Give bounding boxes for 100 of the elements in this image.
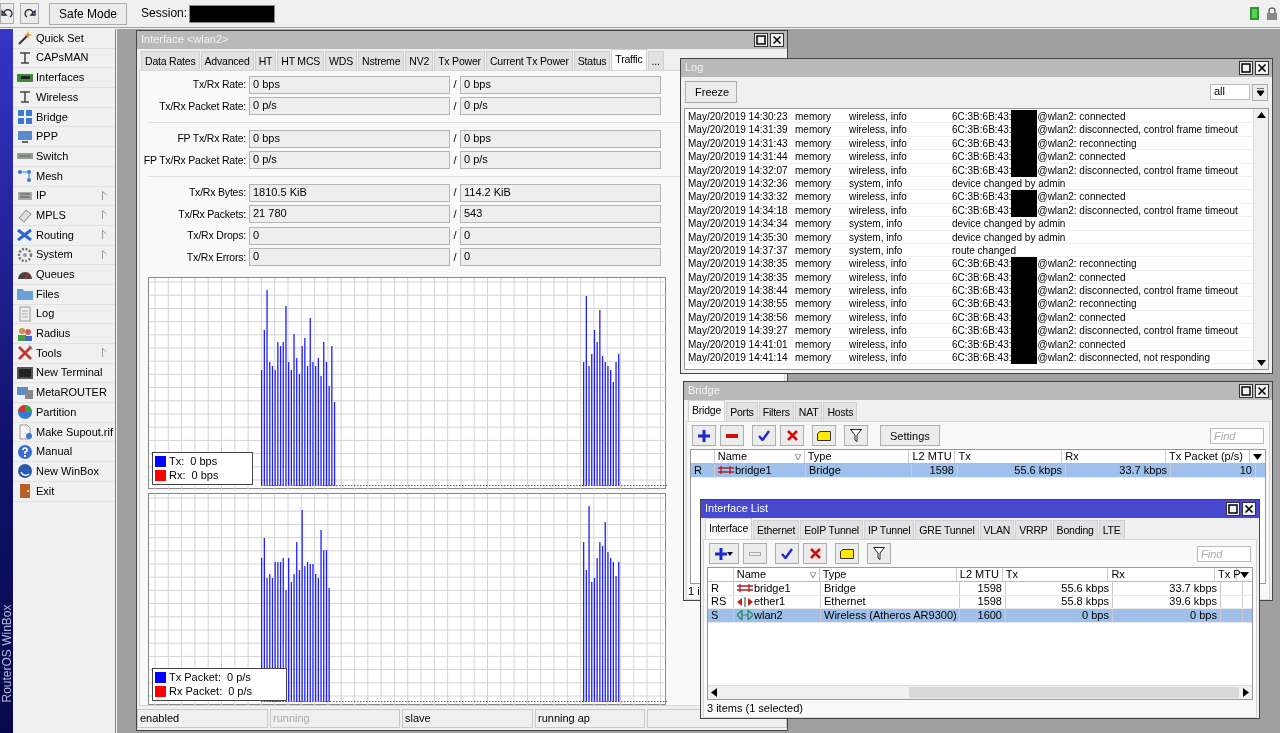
menu-item[interactable]: Wireless [36, 90, 79, 104]
tab[interactable]: EoIP Tunnel [800, 520, 863, 539]
redo-button[interactable] [20, 3, 39, 24]
menu-item[interactable]: New WinBox [36, 464, 99, 479]
comment-button[interactable] [812, 425, 836, 446]
column-header[interactable]: Tx Packet (p/s) [1168, 450, 1243, 463]
filter-button[interactable] [867, 543, 891, 564]
tab[interactable]: Nstreme [358, 51, 405, 70]
column-header[interactable]: Type [807, 450, 832, 463]
tab[interactable]: Tx Power [434, 51, 485, 70]
settings-button[interactable]: Settings [880, 425, 940, 446]
tab[interactable]: HT MCS [277, 51, 325, 70]
column-header[interactable]: Tx P [1218, 568, 1241, 581]
scroll-right-icon[interactable] [1243, 687, 1249, 697]
tab[interactable]: ... [647, 51, 664, 70]
tab[interactable]: WDS [325, 51, 357, 70]
column-header[interactable]: Name [717, 450, 748, 463]
menu-item[interactable]: IP [36, 189, 47, 203]
filter-button[interactable] [844, 425, 868, 446]
column-header[interactable]: Rx [1111, 568, 1125, 581]
scroll-thumb[interactable] [909, 686, 1239, 698]
table-row[interactable]: S wlan2 Wireless (Atheros AR9300) 1600 0 bps 0 bps [708, 609, 1252, 623]
tab[interactable]: LTE [1098, 520, 1125, 539]
tab[interactable]: Current Tx Power [485, 51, 573, 70]
menu-item[interactable]: MPLS [36, 208, 66, 223]
scroll-down-icon[interactable] [1256, 360, 1266, 366]
menu-item[interactable]: PPP [36, 130, 58, 144]
maximize-icon[interactable] [1239, 61, 1253, 75]
menu-item[interactable]: Bridge [36, 110, 68, 124]
column-header[interactable]: Rx [1065, 450, 1079, 463]
maximize-icon[interactable] [754, 33, 768, 47]
filter-dropdown[interactable]: all [1210, 84, 1250, 100]
scroll-left-icon[interactable] [711, 687, 717, 697]
menu-item[interactable]: Quick Set [36, 31, 84, 45]
search-field[interactable]: Find [1197, 545, 1251, 562]
tab[interactable]: Traffic [611, 49, 647, 70]
column-header[interactable]: L2 MTU [959, 568, 999, 581]
menu-item[interactable]: System [36, 248, 73, 262]
menu-item[interactable]: Tools [36, 346, 62, 360]
menu-item[interactable]: Switch [36, 149, 69, 164]
scroll-up-icon[interactable] [1256, 112, 1266, 118]
tab[interactable]: VLAN [979, 520, 1015, 539]
tab[interactable]: Ethernet [753, 520, 800, 539]
menu-item[interactable]: MetaROUTER [36, 386, 107, 400]
add-button[interactable] [692, 425, 716, 446]
safe-mode-button[interactable]: Safe Mode [49, 2, 128, 25]
tab[interactable]: Ports [726, 402, 758, 421]
tab[interactable]: Advanced [200, 51, 254, 70]
tab[interactable]: IP Tunnel [864, 520, 915, 539]
comment-button[interactable] [835, 543, 859, 564]
menu-item[interactable]: CAPsMAN [36, 51, 89, 65]
table-row[interactable]: R bridge1 Bridge 1598 55.6 kbps 33.7 kbps 10 [691, 464, 1265, 478]
freeze-button[interactable]: Freeze [685, 81, 737, 103]
menu-item[interactable]: Manual [36, 445, 73, 459]
menu-item[interactable]: Queues [36, 268, 75, 282]
add-button[interactable] [709, 543, 739, 564]
table-row[interactable]: R bridge1 Bridge 1598 55.6 kbps 33.7 kbps [708, 582, 1252, 596]
column-menu-icon[interactable] [1253, 453, 1262, 460]
maximize-icon[interactable] [1226, 502, 1240, 516]
tab[interactable]: Data Rates [141, 51, 200, 70]
close-icon[interactable] [1242, 502, 1256, 516]
tab[interactable]: Filters [758, 402, 794, 421]
menu-item[interactable]: Log [36, 307, 55, 321]
remove-button[interactable] [720, 425, 744, 446]
menu-item[interactable]: Make Supout.rif [36, 425, 114, 439]
maximize-icon[interactable] [1239, 384, 1253, 398]
search-field[interactable]: Find [1210, 427, 1264, 444]
close-icon[interactable] [770, 33, 784, 47]
menu-item[interactable]: Radius [36, 327, 71, 341]
close-icon[interactable] [1255, 61, 1269, 75]
tab[interactable]: Bonding [1052, 520, 1098, 539]
enable-button[interactable] [775, 543, 799, 564]
menu-item[interactable]: Routing [36, 228, 74, 242]
column-header[interactable]: Tx [1005, 568, 1019, 581]
column-header[interactable]: Type [822, 568, 847, 581]
menu-item[interactable]: Exit [36, 484, 55, 498]
undo-button[interactable] [0, 3, 14, 24]
tab[interactable]: NAT [794, 402, 823, 421]
tab[interactable]: VRRP [1015, 520, 1052, 539]
tab[interactable]: Interface [705, 518, 753, 539]
column-menu-icon[interactable] [1240, 571, 1249, 578]
menu-item[interactable]: Partition [36, 405, 77, 419]
menu-item[interactable]: Mesh [36, 169, 63, 183]
menu-item[interactable]: Interfaces [36, 71, 85, 85]
session-field[interactable] [189, 4, 276, 23]
tab[interactable]: GRE Tunnel [915, 520, 979, 539]
menu-item[interactable]: New Terminal [36, 366, 103, 380]
column-header[interactable]: L2 MTU [912, 450, 952, 463]
tab[interactable]: Hosts [823, 402, 858, 421]
menu-item[interactable]: Files [36, 287, 60, 301]
tab[interactable]: Status [573, 51, 611, 70]
close-icon[interactable] [1255, 384, 1269, 398]
enable-button[interactable] [752, 425, 776, 446]
column-header[interactable]: Name [736, 568, 767, 581]
disable-button[interactable] [803, 543, 827, 564]
disable-button[interactable] [780, 425, 804, 446]
dropdown-button[interactable] [1252, 83, 1268, 101]
scrollbar[interactable] [1253, 109, 1268, 369]
column-header[interactable]: Tx [958, 450, 971, 463]
tab[interactable]: NV2 [405, 51, 434, 70]
